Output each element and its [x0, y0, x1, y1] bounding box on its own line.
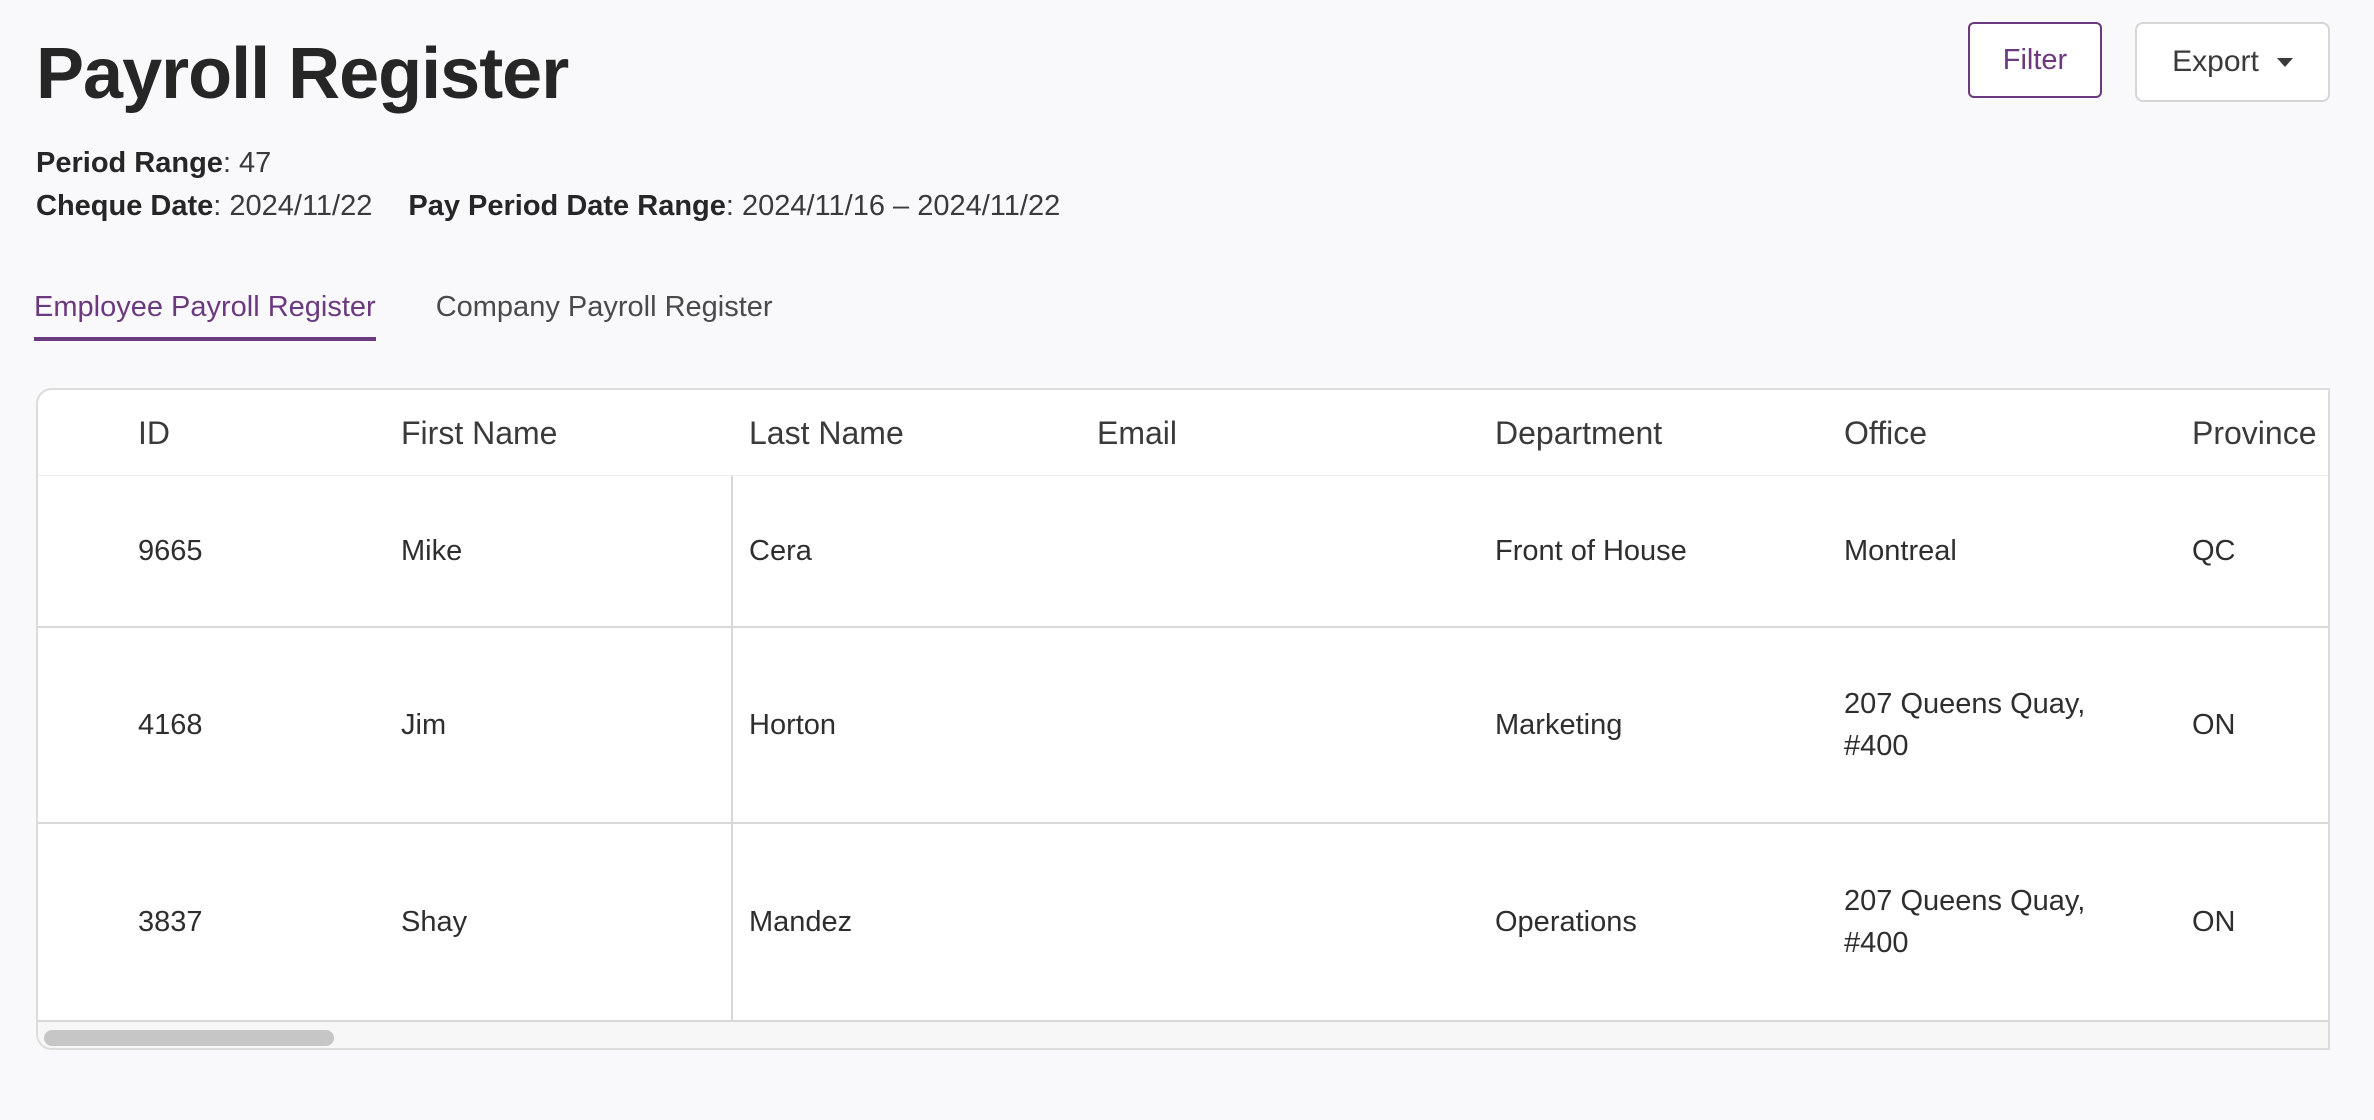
tab-employee-payroll-register[interactable]: Employee Payroll Register	[34, 285, 376, 341]
period-range-label: Period Range	[36, 147, 223, 179]
pay-period-label: Pay Period Date Range	[408, 190, 726, 222]
column-header-id[interactable]: ID	[138, 390, 170, 475]
cell-id: 9665	[138, 535, 203, 567]
pay-period-value: : 2024/11/16 – 2024/11/22	[725, 190, 1061, 222]
cell-last-name: Horton	[749, 709, 837, 741]
table-header-row: ID First Name Last Name Email Department…	[38, 390, 2328, 476]
period-range: Period Range: 47	[36, 147, 271, 180]
cell-last-name: Mandez	[749, 906, 853, 938]
cell-first-name: Jim	[401, 709, 447, 741]
table-row[interactable]: 3837 Shay Mandez Operations 207 Queens Q…	[38, 824, 2328, 1020]
cheque-date-label: Cheque Date	[36, 190, 214, 222]
cheque-date-value: : 2024/11/22	[213, 190, 373, 222]
horizontal-scrollbar[interactable]	[38, 1022, 2328, 1048]
cell-first-name: Shay	[401, 906, 468, 938]
column-header-email[interactable]: Email	[1097, 390, 1177, 475]
chevron-down-icon	[2276, 57, 2293, 67]
table-row[interactable]: 9665 Mike Cera Front of House Montreal Q…	[38, 476, 2328, 628]
cell-id: 4168	[138, 709, 203, 741]
cell-province: ON	[2192, 709, 2236, 741]
cell-province: QC	[2192, 535, 2236, 567]
export-dropdown-button[interactable]: Export	[2135, 22, 2330, 102]
table-row[interactable]: 4168 Jim Horton Marketing 207 Queens Qua…	[38, 628, 2328, 824]
column-header-department[interactable]: Department	[1495, 390, 1662, 475]
column-header-province[interactable]: Province	[2192, 390, 2317, 475]
cell-office: 207 Queens Quay, #400	[1844, 885, 2086, 959]
column-header-office[interactable]: Office	[1844, 390, 2104, 475]
export-button-label: Export	[2172, 45, 2259, 78]
register-tabs: Employee Payroll Register Company Payrol…	[34, 285, 833, 341]
cell-first-name: Mike	[401, 535, 463, 567]
cell-office: 207 Queens Quay, #400	[1844, 688, 2086, 762]
pinned-column-divider	[731, 476, 733, 1022]
date-info: Cheque Date: 2024/11/22 Pay Period Date R…	[36, 190, 1060, 223]
cell-department: Marketing	[1495, 709, 1623, 741]
period-range-value: : 47	[222, 147, 272, 179]
cell-province: ON	[2192, 906, 2236, 938]
column-header-last-name[interactable]: Last Name	[749, 390, 904, 475]
filter-button[interactable]: Filter	[1968, 22, 2102, 98]
payroll-register-page: Payroll Register Filter Export Period Ra…	[0, 0, 2374, 1120]
page-title: Payroll Register	[36, 34, 569, 114]
filter-button-label: Filter	[2002, 43, 2068, 76]
payroll-table: ID First Name Last Name Email Department…	[36, 388, 2330, 1050]
cell-department: Front of House	[1495, 535, 1687, 567]
scrollbar-thumb[interactable]	[44, 1030, 334, 1046]
cell-id: 3837	[138, 906, 203, 938]
column-header-first-name[interactable]: First Name	[401, 390, 557, 475]
tab-company-payroll-register[interactable]: Company Payroll Register	[436, 285, 773, 341]
cell-department: Operations	[1495, 906, 1637, 938]
cell-last-name: Cera	[749, 535, 812, 567]
cell-office: Montreal	[1844, 535, 1957, 567]
